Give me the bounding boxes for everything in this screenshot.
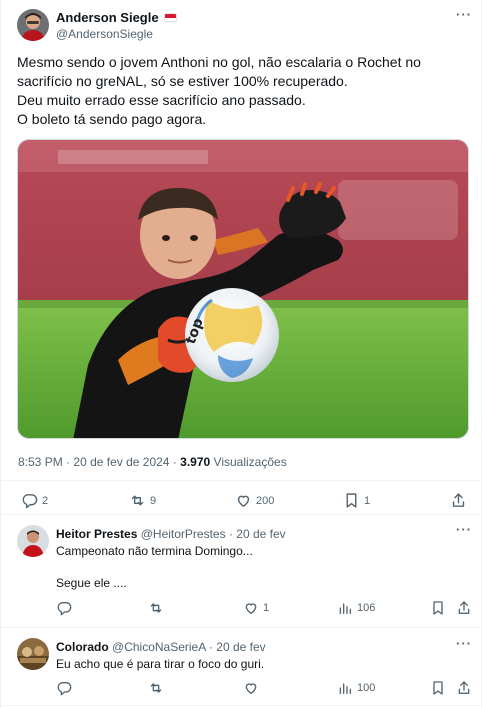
reply-avatar[interactable] xyxy=(17,525,49,557)
reply-header: Heitor Prestes @HeitorPrestes · 20 de fe… xyxy=(56,527,286,541)
reply-separator: · xyxy=(208,640,213,654)
author-name-text[interactable]: Anderson Siegle xyxy=(56,10,159,25)
share-icon xyxy=(458,681,470,694)
reply-reply-button[interactable] xyxy=(56,600,72,616)
reply-like-button[interactable] xyxy=(243,680,263,696)
reply-author-handle[interactable]: @HeitorPrestes xyxy=(141,527,226,541)
repost-count: 9 xyxy=(150,494,157,507)
reply-line: Eu acho que é para tirar o foco do guri. xyxy=(56,657,265,671)
reply-icon xyxy=(57,682,72,696)
reply-author-name[interactable]: Colorado xyxy=(56,640,109,654)
reply-author-name[interactable]: Heitor Prestes xyxy=(56,527,137,541)
reply-button[interactable]: 2 xyxy=(21,492,48,509)
reply-date[interactable]: 20 de fev xyxy=(236,527,285,541)
reply-icon xyxy=(22,494,38,509)
reply-date[interactable]: 20 de fev xyxy=(216,640,265,654)
reply-reply-button[interactable] xyxy=(56,680,72,696)
reply-separator: · xyxy=(228,527,233,541)
tweet-line: sacrifício no greNAL, só se estiver 100%… xyxy=(17,73,348,89)
bookmark-icon xyxy=(346,493,357,508)
reply-line xyxy=(56,559,253,575)
reply-header: Colorado @ChicoNaSerieA · 20 de fev xyxy=(56,640,266,654)
reply-repost-button[interactable] xyxy=(148,600,164,616)
divider xyxy=(1,480,482,481)
repost-icon xyxy=(131,495,144,506)
flag-icon xyxy=(163,13,177,22)
more-icon[interactable]: ··· xyxy=(456,7,472,22)
author-handle[interactable]: @AndersonSiegle xyxy=(56,27,153,41)
author-avatar[interactable] xyxy=(17,9,49,41)
like-icon xyxy=(245,603,257,614)
reply-like-button[interactable]: 1 xyxy=(243,600,269,616)
reply-views-count: 100 xyxy=(357,682,376,694)
like-count: 200 xyxy=(256,494,275,507)
tweet-date[interactable]: 20 de fev de 2024 xyxy=(73,455,169,469)
reply-views-button[interactable]: 100 xyxy=(337,680,375,696)
reply-text: Eu acho que é para tirar o foco do guri. xyxy=(56,656,264,672)
tweet-meta: 8:53 PM · 20 de fev de 2024 · 3.970 Visu… xyxy=(18,455,287,469)
divider xyxy=(1,514,482,515)
views-label: Visualizações xyxy=(213,455,287,469)
reply-icon xyxy=(57,602,72,616)
reply-avatar[interactable] xyxy=(17,638,49,670)
tweet-thread: Anderson Siegle @AndersonSiegle ··· Mesm… xyxy=(0,0,482,708)
bookmark-count: 1 xyxy=(364,494,371,507)
reply-author-handle[interactable]: @ChicoNaSerieA xyxy=(112,640,206,654)
reply-line: Campeonato não termina Domingo... xyxy=(56,544,253,558)
reply-bookmark-button[interactable] xyxy=(430,600,446,616)
reply-views-button[interactable]: 106 xyxy=(337,600,375,616)
repost-icon xyxy=(150,683,162,693)
views-count: 3.970 xyxy=(180,455,211,469)
bookmark-icon xyxy=(433,681,443,695)
views-icon xyxy=(339,683,351,694)
more-icon[interactable]: ··· xyxy=(456,636,472,651)
meta-separator: · xyxy=(66,455,71,469)
tweet-photo[interactable]: top xyxy=(17,139,469,439)
bookmark-icon xyxy=(433,601,443,615)
tweet-line: Deu muito errado esse sacrifício ano pas… xyxy=(17,92,306,108)
meta-separator: · xyxy=(172,455,177,469)
tweet-text: Mesmo sendo o jovem Anthoni no gol, não … xyxy=(17,53,467,129)
like-icon xyxy=(245,683,257,694)
divider xyxy=(1,627,482,628)
reply-text: Campeonato não termina Domingo... Segue … xyxy=(56,543,253,591)
tweet-line: Mesmo sendo o jovem Anthoni no gol, não … xyxy=(17,54,421,70)
repost-icon xyxy=(150,603,162,613)
share-icon xyxy=(458,601,470,614)
share-button[interactable] xyxy=(450,492,467,509)
views-icon xyxy=(339,603,351,614)
share-icon xyxy=(452,493,465,507)
reply-count: 2 xyxy=(42,494,49,507)
more-icon[interactable]: ··· xyxy=(456,522,472,537)
reply-share-button[interactable] xyxy=(456,680,472,696)
like-button[interactable]: 200 xyxy=(235,492,274,509)
tweet-line: O boleto tá sendo pago agora. xyxy=(17,111,207,127)
author-name[interactable]: Anderson Siegle xyxy=(56,10,177,25)
reply-views-count: 106 xyxy=(357,602,376,614)
tweet-time[interactable]: 8:53 PM xyxy=(18,455,63,469)
reply-bookmark-button[interactable] xyxy=(430,680,446,696)
reply-like-count: 1 xyxy=(263,602,270,614)
divider xyxy=(1,705,482,706)
reply-repost-button[interactable] xyxy=(148,680,164,696)
bookmark-button[interactable]: 1 xyxy=(343,492,370,509)
reply-share-button[interactable] xyxy=(456,600,472,616)
reply-line: Segue ele .... xyxy=(56,576,127,590)
like-icon xyxy=(237,495,250,507)
repost-button[interactable]: 9 xyxy=(129,492,156,509)
